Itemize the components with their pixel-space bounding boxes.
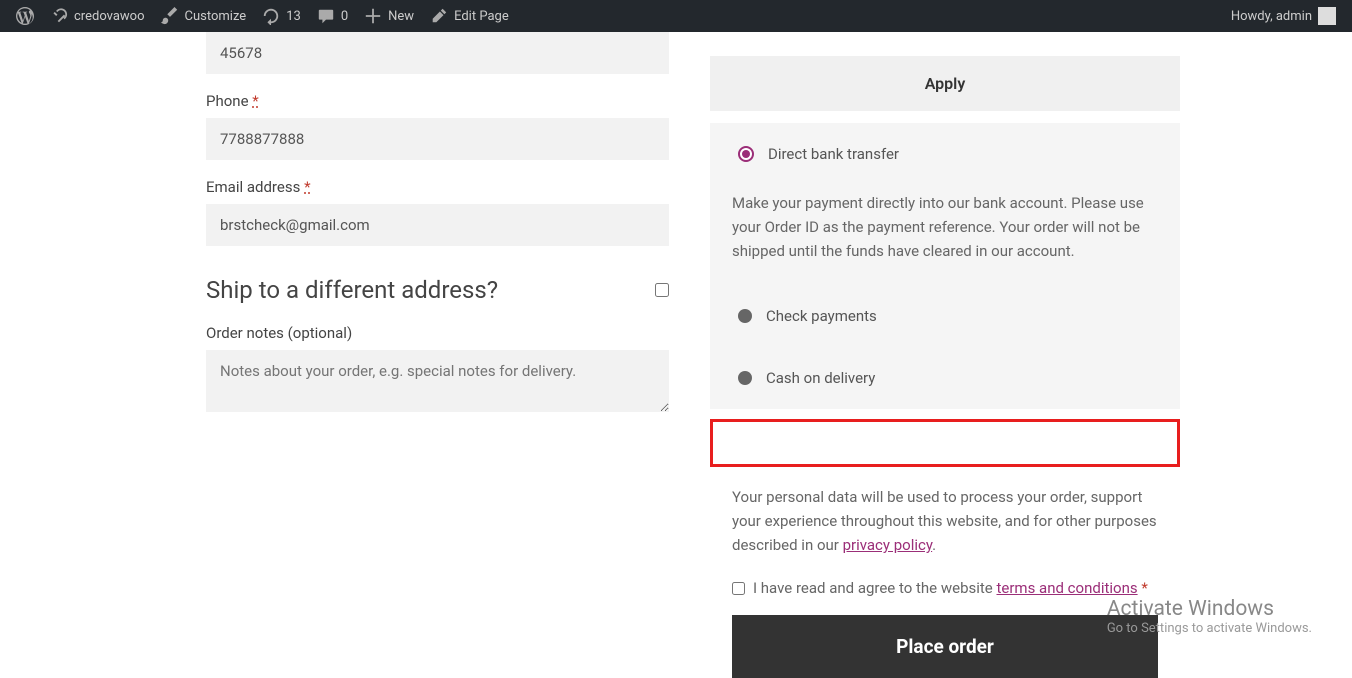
pay-option-check[interactable]: Check payments [710, 285, 1180, 347]
phone-row: Phone * [206, 92, 670, 160]
customize-label: Customize [185, 9, 247, 24]
required-mark: * [252, 92, 258, 110]
privacy-policy-link[interactable]: privacy policy [843, 536, 933, 554]
order-notes-label: Order notes (optional) [206, 324, 670, 342]
ship-different-checkbox[interactable] [655, 283, 669, 297]
email-row: Email address * [206, 178, 670, 246]
customize-link[interactable]: Customize [153, 0, 255, 32]
ship-different-row: Ship to a different address? [206, 276, 669, 304]
bank-transfer-description: Make your payment directly into our bank… [710, 185, 1180, 285]
pay-option-label: Cash on delivery [766, 369, 875, 387]
billing-form: Phone * Email address * Ship to a differ… [0, 32, 670, 678]
payment-methods: Direct bank transfer Make your payment d… [710, 123, 1180, 409]
phone-label: Phone * [206, 92, 670, 110]
edit-page-label: Edit Page [454, 9, 509, 24]
pay-option-label: Check payments [766, 307, 877, 325]
order-notes-row: Order notes (optional) [206, 324, 670, 416]
radio-unselected-icon [738, 309, 752, 323]
checkout-content: Phone * Email address * Ship to a differ… [0, 32, 1352, 678]
dashboard-icon [50, 7, 68, 25]
email-label: Email address * [206, 178, 670, 196]
radio-unselected-icon [738, 371, 752, 385]
comments-count: 0 [341, 9, 348, 24]
ship-different-heading: Ship to a different address? [206, 276, 498, 304]
new-label: New [388, 9, 414, 24]
pay-option-cod[interactable]: Cash on delivery [710, 347, 1180, 409]
comments-link[interactable]: 0 [309, 0, 356, 32]
admin-bar-left: credovawoo Customize 13 0 New Edit Page [8, 0, 517, 32]
privacy-policy-text: Your personal data will be used to proce… [710, 467, 1180, 565]
plus-icon [364, 7, 382, 25]
email-input[interactable] [206, 204, 669, 246]
pay-option-bank[interactable]: Direct bank transfer [710, 123, 1180, 185]
edit-page-link[interactable]: Edit Page [422, 0, 517, 32]
admin-bar-right[interactable]: Howdy, admin [1231, 7, 1344, 25]
brush-icon [161, 7, 179, 25]
apply-coupon-button[interactable]: Apply [710, 56, 1180, 111]
order-summary: Apply Direct bank transfer Make your pay… [710, 32, 1180, 678]
highlighted-empty-region [710, 419, 1180, 467]
updates-count: 13 [286, 9, 301, 24]
pencil-icon [430, 7, 448, 25]
comment-icon [317, 7, 335, 25]
site-name-link[interactable]: credovawoo [42, 0, 153, 32]
place-order-button[interactable]: Place order [732, 615, 1158, 678]
wp-logo[interactable] [8, 0, 42, 32]
update-icon [262, 7, 280, 25]
zip-row [206, 32, 670, 74]
avatar [1318, 7, 1336, 25]
required-mark: * [304, 178, 310, 196]
terms-row: I have read and agree to the website ter… [710, 565, 1180, 615]
howdy-label: Howdy, admin [1231, 9, 1312, 24]
zip-input[interactable] [206, 32, 669, 74]
site-name-label: credovawoo [74, 9, 145, 24]
pay-option-label: Direct bank transfer [768, 145, 899, 163]
radio-selected-icon [738, 146, 754, 162]
terms-link[interactable]: terms and conditions [996, 579, 1137, 597]
wp-admin-bar: credovawoo Customize 13 0 New Edit Page … [0, 0, 1352, 32]
order-notes-textarea[interactable] [206, 350, 669, 412]
wordpress-icon [16, 7, 34, 25]
updates-link[interactable]: 13 [254, 0, 309, 32]
new-link[interactable]: New [356, 0, 422, 32]
required-mark: * [1141, 579, 1147, 597]
terms-checkbox[interactable] [732, 582, 745, 595]
phone-input[interactable] [206, 118, 669, 160]
